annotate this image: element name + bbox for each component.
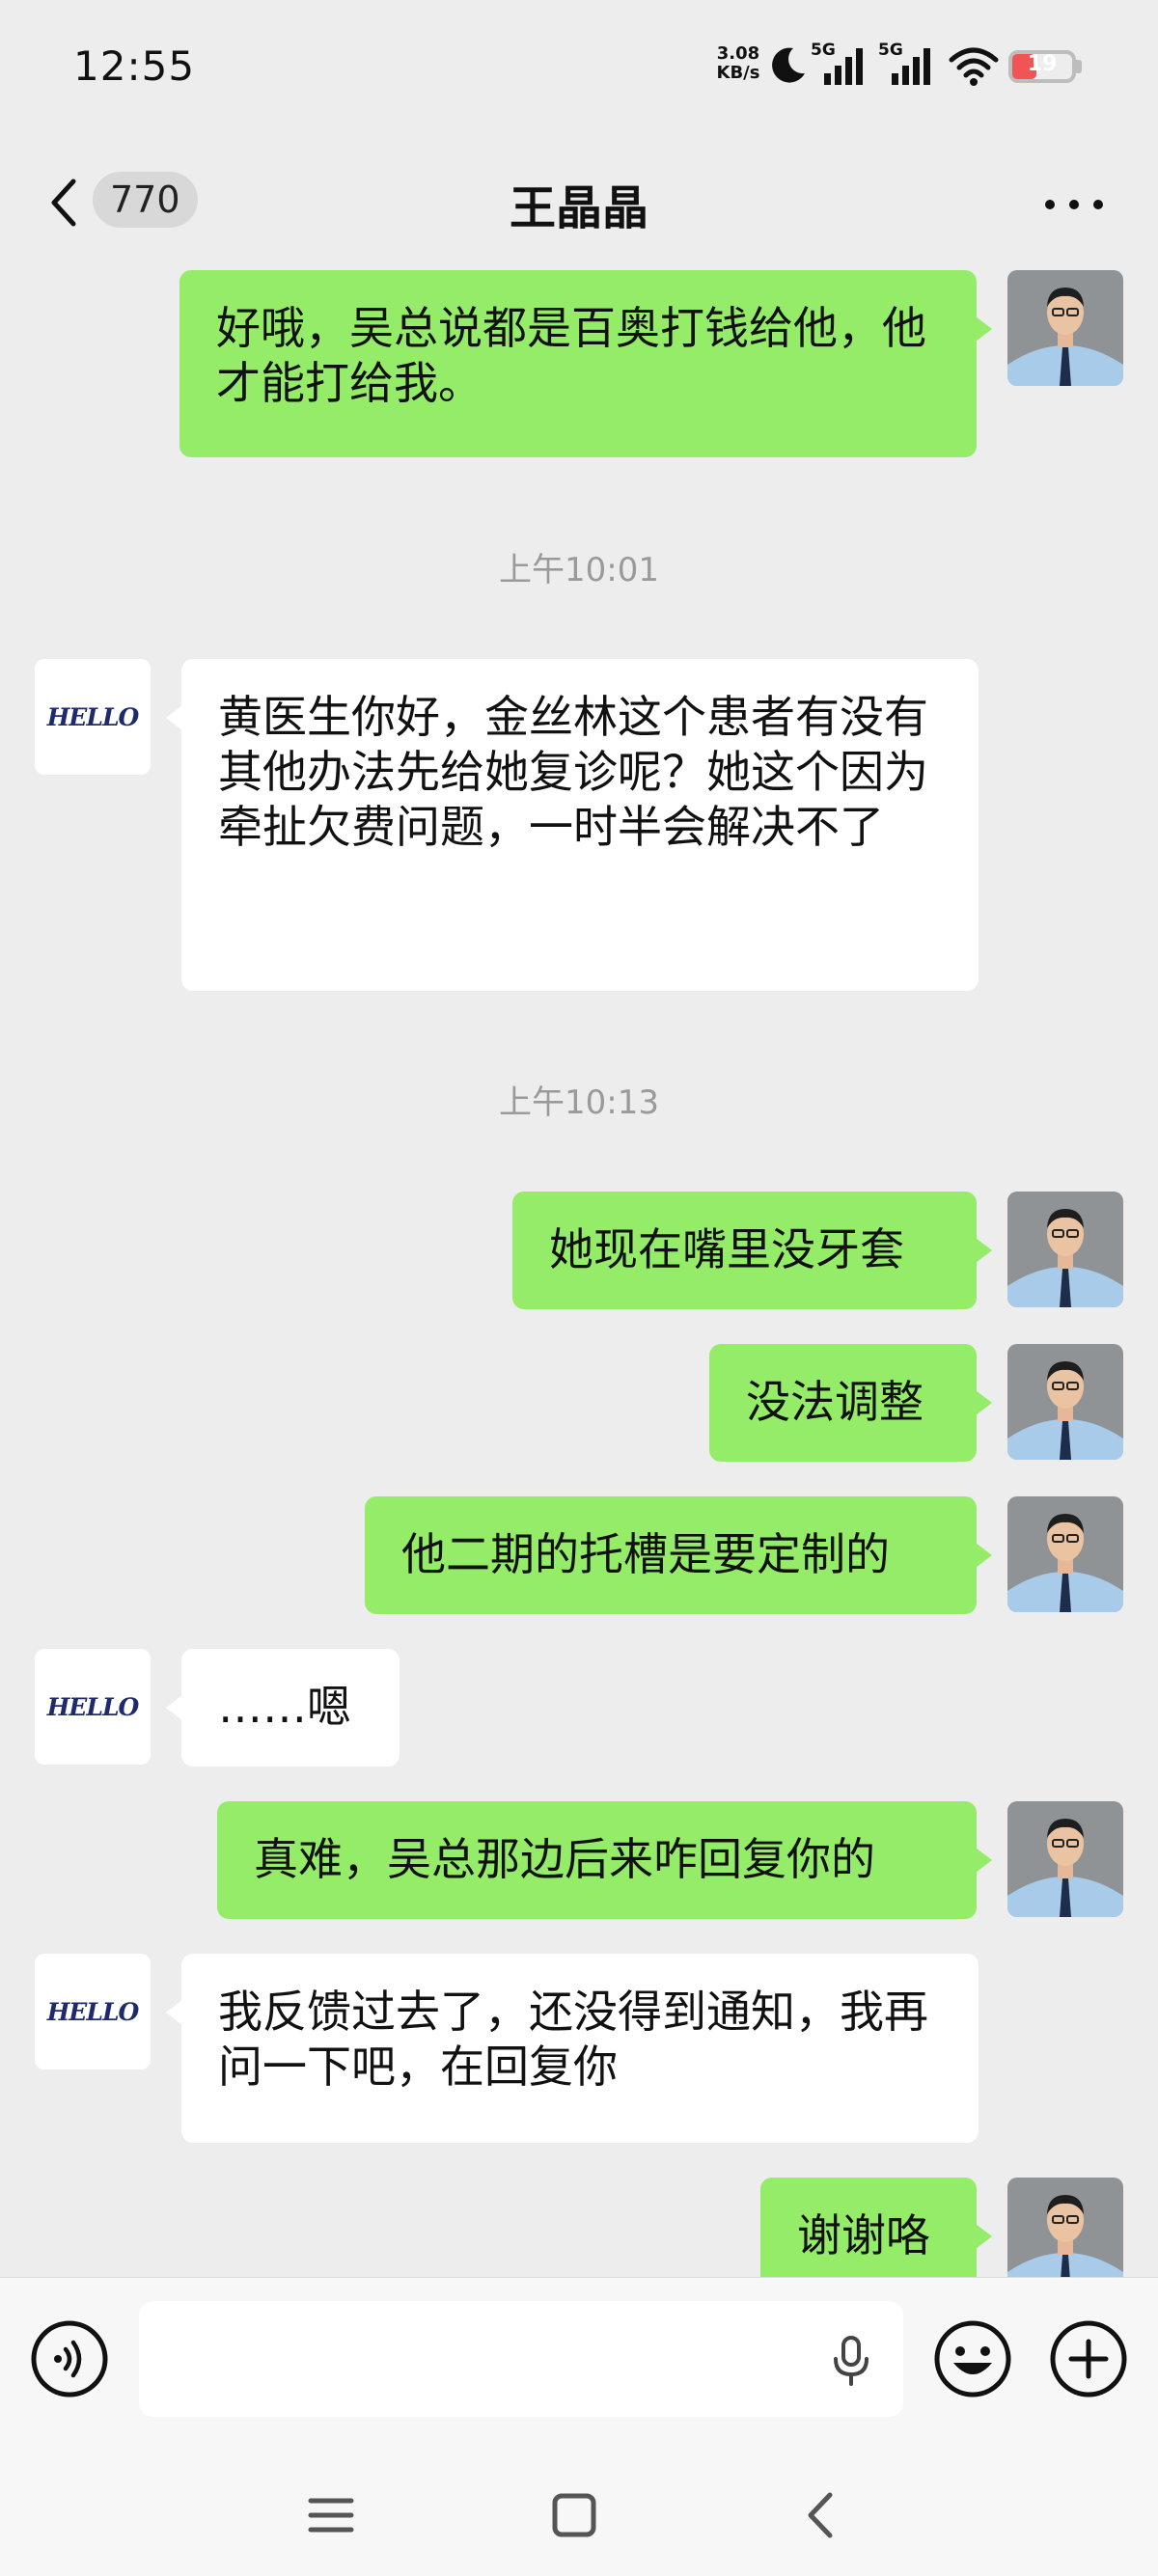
input-bar <box>0 2277 1158 2442</box>
voice-mode-icon[interactable] <box>29 2318 110 2399</box>
more-dots-icon[interactable] <box>1040 185 1108 224</box>
man-avatar-icon <box>1007 1496 1123 1612</box>
menu-icon[interactable] <box>297 2481 365 2549</box>
signal-icon-2 <box>892 48 930 85</box>
self-avatar[interactable] <box>1007 270 1123 386</box>
battery-icon: 19 <box>1008 50 1076 83</box>
microphone-icon[interactable] <box>828 2334 874 2388</box>
contact-avatar-text: HELLO <box>46 702 140 731</box>
message-bubble-outgoing[interactable]: 好哦，吴总说都是百奥打钱给他，他才能打给我。 <box>179 270 992 457</box>
man-avatar-icon <box>1007 2178 1123 2277</box>
back-triangle-icon[interactable] <box>787 2481 855 2549</box>
message-text: 真难，吴总那边后来咋回复你的 <box>254 1833 875 1885</box>
system-nav-bar <box>0 2441 1158 2576</box>
message-text: 他二期的托槽是要定制的 <box>401 1528 890 1580</box>
chat-header: 770 王晶晶 <box>0 135 1158 270</box>
self-avatar[interactable] <box>1007 1801 1123 1917</box>
wifi-icon <box>949 47 999 86</box>
message-bubble-outgoing[interactable]: 真难，吴总那边后来咋回复你的 <box>217 1801 992 1919</box>
battery-cap <box>1076 60 1082 73</box>
network-speed-unit: KB/s <box>716 63 760 83</box>
timestamp: 上午10:13 <box>499 1083 659 1122</box>
battery-level: 19 <box>1027 52 1058 76</box>
contact-avatar[interactable]: HELLO <box>35 1649 151 1765</box>
status-bar: 12:55 3.08 KB/s 5G 5G 19 <box>0 0 1158 135</box>
moon-icon <box>772 47 805 83</box>
message-bubble-outgoing[interactable]: 没法调整 <box>709 1344 992 1462</box>
contact-avatar-text: HELLO <box>46 1997 140 2026</box>
emoji-smile-icon[interactable] <box>932 2318 1013 2399</box>
man-avatar-icon <box>1007 270 1123 386</box>
timestamp: 上午10:01 <box>499 551 659 589</box>
contact-avatar-text: HELLO <box>46 1692 140 1721</box>
plus-circle-icon[interactable] <box>1048 2318 1129 2399</box>
man-avatar-icon <box>1007 1801 1123 1917</box>
self-avatar[interactable] <box>1007 1344 1123 1460</box>
home-square-icon[interactable] <box>540 2481 608 2549</box>
message-text: 谢谢咯 <box>797 2209 930 2261</box>
message-bubble-outgoing[interactable]: 她现在嘴里没牙套 <box>512 1192 992 1309</box>
message-text: 黄医生你好，金丝林这个患者有没有其他办法先给她复诊呢？她这个因为牵扯欠费问题，一… <box>218 691 928 853</box>
chat-title: 王晶晶 <box>509 181 648 235</box>
self-avatar[interactable] <box>1007 2178 1123 2277</box>
message-text: 我反馈过去了，还没得到通知，我再问一下吧，在回复你 <box>218 1986 928 2093</box>
message-text: 好哦，吴总说都是百奥打钱给他，他才能打给我。 <box>216 302 926 409</box>
message-bubble-outgoing[interactable]: 谢谢咯 <box>760 2178 992 2277</box>
status-time: 12:55 <box>73 42 196 90</box>
message-list[interactable]: 好哦，吴总说都是百奥打钱给他，他才能打给我。 上午10:01 HELLO 黄医生… <box>0 270 1158 2277</box>
message-bubble-incoming[interactable]: ……嗯 <box>166 1649 400 1767</box>
message-input[interactable] <box>139 2301 903 2417</box>
contact-avatar[interactable]: HELLO <box>35 1954 151 2069</box>
man-avatar-icon <box>1007 1192 1123 1307</box>
network-speed-value: 3.08 <box>716 43 760 64</box>
message-text: ……嗯 <box>218 1681 351 1733</box>
network-speed: 3.08 KB/s <box>709 44 767 83</box>
message-bubble-outgoing[interactable]: 他二期的托槽是要定制的 <box>365 1496 992 1614</box>
message-bubble-incoming[interactable]: 黄医生你好，金丝林这个患者有没有其他办法先给她复诊呢？她这个因为牵扯欠费问题，一… <box>166 659 979 991</box>
message-text: 她现在嘴里没牙套 <box>549 1223 904 1275</box>
self-avatar[interactable] <box>1007 1496 1123 1612</box>
signal-icon <box>824 48 863 85</box>
message-bubble-incoming[interactable]: 我反馈过去了，还没得到通知，我再问一下吧，在回复你 <box>166 1954 979 2143</box>
contact-avatar[interactable]: HELLO <box>35 659 151 775</box>
man-avatar-icon <box>1007 1344 1123 1460</box>
self-avatar[interactable] <box>1007 1192 1123 1307</box>
message-text: 没法调整 <box>746 1376 924 1428</box>
